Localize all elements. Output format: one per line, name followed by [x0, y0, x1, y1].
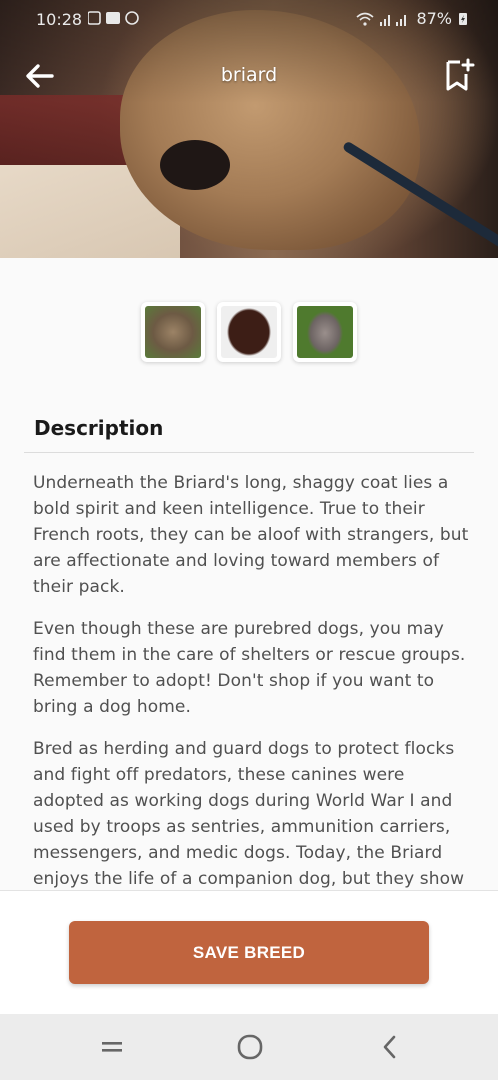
thumbnail-image: [145, 306, 201, 358]
battery-charging-icon: [459, 12, 467, 25]
hero-shade: [0, 0, 498, 258]
bookmark-button[interactable]: [442, 58, 476, 94]
status-right: 87%: [356, 9, 468, 28]
page-title: briard: [220, 64, 278, 86]
description-body[interactable]: Underneath the Briard's long, shaggy coa…: [33, 470, 473, 888]
chevron-left-icon: [383, 1035, 396, 1059]
recents-button[interactable]: [92, 1030, 132, 1064]
status-bar: 10:28 87%: [0, 0, 498, 36]
system-navigation-bar: [0, 1014, 498, 1080]
recents-icon: [102, 1042, 122, 1052]
status-time: 10:28: [36, 10, 83, 29]
divider: [24, 452, 474, 453]
signal-icon: [380, 14, 407, 26]
bookmark-add-icon: [446, 58, 475, 91]
thumbnail-1[interactable]: [141, 302, 205, 362]
description-heading: Description: [34, 416, 164, 440]
save-breed-button[interactable]: SAVE BREED: [69, 921, 429, 984]
wifi-icon: [356, 12, 374, 26]
home-icon: [237, 1034, 263, 1060]
thumbnail-gallery: [0, 302, 498, 362]
description-paragraph: Underneath the Briard's long, shaggy coa…: [33, 473, 469, 597]
home-button[interactable]: [230, 1030, 270, 1064]
thumbnail-3[interactable]: [293, 302, 357, 362]
thumbnail-image: [297, 306, 353, 358]
description-paragraph: Even though these are purebred dogs, you…: [33, 619, 466, 717]
thumbnail-image: [221, 306, 277, 358]
thumbnail-2[interactable]: [217, 302, 281, 362]
battery-percent: 87%: [416, 9, 452, 28]
hero-image: [0, 0, 498, 258]
system-back-button[interactable]: [370, 1030, 410, 1064]
description-paragraph: Bred as herding and guard dogs to protec…: [33, 739, 465, 888]
notification-icons: [88, 11, 139, 25]
